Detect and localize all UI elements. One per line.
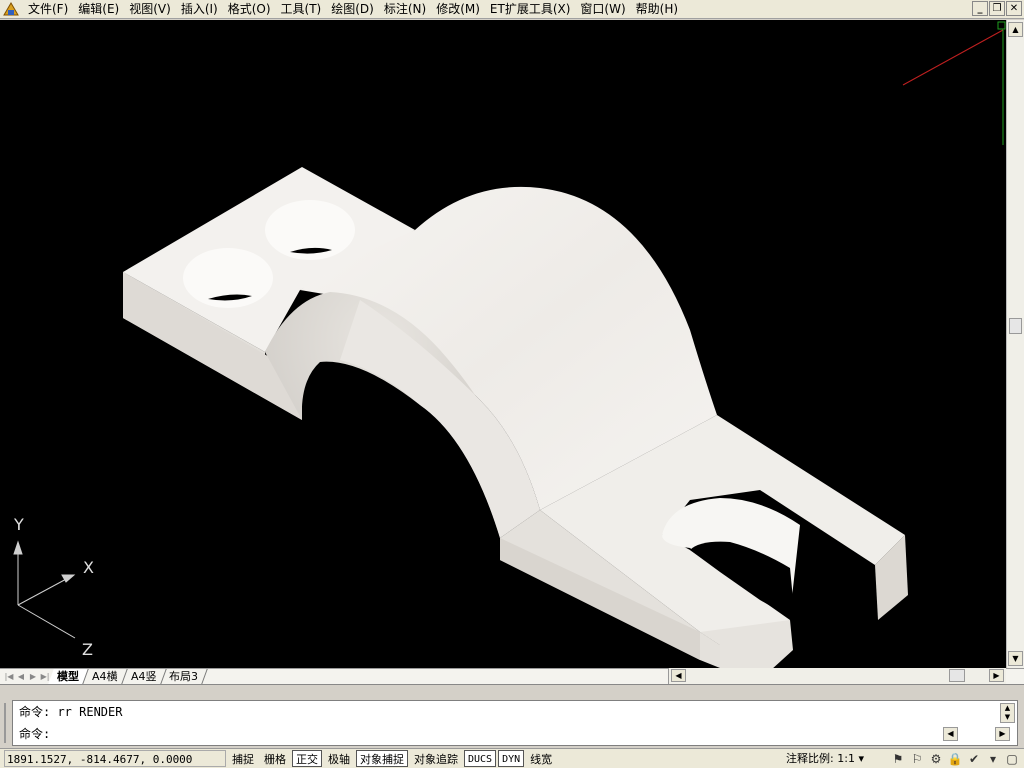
- toggle-snap[interactable]: 捕捉: [228, 750, 258, 767]
- command-hscroll[interactable]: ◀ ▶: [943, 725, 1013, 743]
- tab-model[interactable]: 模型: [48, 669, 89, 684]
- menu-insert[interactable]: 插入(I): [176, 1, 223, 18]
- horizontal-scroll-thumb[interactable]: [949, 669, 965, 682]
- tab-a4-landscape[interactable]: A4横: [83, 669, 128, 684]
- status-bar: 1891.1527, -814.4677, 0.0000 捕捉 栅格 正交 极轴…: [0, 748, 1024, 768]
- command-history-line: 命令: rr RENDER: [19, 705, 123, 719]
- menu-tools[interactable]: 工具(T): [276, 1, 327, 18]
- command-scroll-left[interactable]: ◀: [943, 727, 958, 741]
- command-window-grip[interactable]: [4, 703, 9, 743]
- menu-bar: 文件(F) 编辑(E) 视图(V) 插入(I) 格式(O) 工具(T) 绘图(D…: [0, 0, 1024, 19]
- tab-a4-portrait[interactable]: A4竖: [121, 669, 166, 684]
- command-scroll-buttons[interactable]: ▲ ▼: [1000, 703, 1015, 723]
- tab-layout3[interactable]: 布局3: [160, 669, 208, 684]
- toggle-otrack[interactable]: 对象追踪: [410, 750, 462, 767]
- communication-center-icon[interactable]: ✔: [966, 751, 982, 767]
- ucs-x-label: X: [83, 558, 94, 577]
- ucs-y-label: Y: [13, 515, 24, 534]
- menu-modify[interactable]: 修改(M): [431, 1, 485, 18]
- tab-navigation: |◀ ◀ ▶ ▶|: [3, 670, 51, 683]
- toggle-dyn[interactable]: DYN: [498, 750, 525, 767]
- command-window: 命令: rr RENDER 命令: ▲ ▼ ◀ ▶: [0, 684, 1024, 748]
- command-line-box[interactable]: 命令: rr RENDER 命令: ▲ ▼ ◀ ▶: [12, 700, 1018, 746]
- prev-tab-icon[interactable]: ◀: [15, 670, 27, 683]
- status-menu-icon[interactable]: ▾: [985, 751, 1001, 767]
- restore-button[interactable]: ❐: [989, 1, 1005, 16]
- vertical-scrollbar[interactable]: ▲ ▼: [1006, 20, 1024, 668]
- crosshair-box: [997, 21, 1006, 30]
- menu-help[interactable]: 帮助(H): [631, 1, 683, 18]
- scroll-down-button[interactable]: ▼: [1008, 651, 1023, 666]
- ucs-z-label: Z: [82, 640, 93, 659]
- menu-draw[interactable]: 绘图(D): [326, 1, 379, 18]
- menu-format[interactable]: 格式(O): [223, 1, 276, 18]
- auto-scale-icon[interactable]: ⚐: [909, 751, 925, 767]
- menu-window[interactable]: 窗口(W): [575, 1, 630, 18]
- minimize-button[interactable]: _: [972, 1, 988, 16]
- command-prompt[interactable]: 命令:: [19, 725, 50, 742]
- scroll-left-button[interactable]: ◀: [671, 669, 686, 682]
- toggle-ducs[interactable]: DUCS: [464, 750, 497, 767]
- toggle-grid[interactable]: 栅格: [260, 750, 290, 767]
- horizontal-scrollbar[interactable]: ◀ ▶: [668, 668, 1006, 684]
- autocad-app-icon[interactable]: [3, 1, 19, 17]
- drawing-viewport[interactable]: Y X Z: [0, 20, 1006, 668]
- menu-dimension[interactable]: 标注(N): [379, 1, 431, 18]
- menu-file[interactable]: 文件(F): [23, 1, 73, 18]
- window-controls: _ ❐ ✕: [972, 1, 1022, 16]
- annotation-scale[interactable]: 注释比例: 1:1 ▾: [786, 751, 864, 767]
- vertical-scroll-thumb[interactable]: [1009, 318, 1022, 334]
- menu-view[interactable]: 视图(V): [124, 1, 176, 18]
- command-scroll-right[interactable]: ▶: [995, 727, 1010, 741]
- first-tab-icon[interactable]: |◀: [3, 670, 15, 683]
- menu-edit[interactable]: 编辑(E): [73, 1, 124, 18]
- close-button[interactable]: ✕: [1006, 1, 1022, 16]
- menu-express-tools[interactable]: ET扩展工具(X): [485, 1, 576, 18]
- toggle-osnap[interactable]: 对象捕捉: [356, 750, 408, 767]
- coordinate-display[interactable]: 1891.1527, -814.4677, 0.0000: [4, 750, 226, 767]
- scroll-up-button[interactable]: ▲: [1008, 22, 1023, 37]
- annotation-scale-value[interactable]: 1:1: [837, 752, 855, 765]
- status-tray: ⚑ ⚐ ⚙ 🔒 ✔ ▾ ▢: [890, 751, 1020, 767]
- lock-icon[interactable]: 🔒: [947, 751, 963, 767]
- crosshair-line: [902, 29, 1004, 86]
- next-tab-icon[interactable]: ▶: [27, 670, 39, 683]
- toggle-ortho[interactable]: 正交: [292, 750, 322, 767]
- workspace-icon[interactable]: ⚙: [928, 751, 944, 767]
- ucs-icon: [13, 540, 76, 639]
- annotation-scale-label: 注释比例:: [786, 752, 834, 765]
- clean-screen-icon[interactable]: ▢: [1004, 751, 1020, 767]
- toggle-polar[interactable]: 极轴: [324, 750, 354, 767]
- chevron-down-icon[interactable]: ▾: [858, 752, 864, 765]
- annotation-visibility-icon[interactable]: ⚑: [890, 751, 906, 767]
- scroll-right-button[interactable]: ▶: [989, 669, 1004, 682]
- rendered-3d-model: Y X Z: [13, 21, 1006, 668]
- toggle-lineweight[interactable]: 线宽: [526, 750, 556, 767]
